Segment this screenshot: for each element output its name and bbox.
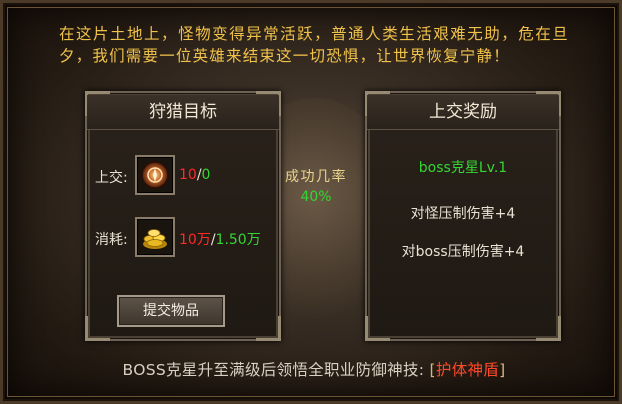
- cost-current: 10万: [179, 232, 211, 248]
- gold-coins-icon: [143, 229, 167, 249]
- submit-items-button[interactable]: 提交物品: [117, 295, 225, 327]
- cost-label: 消耗:: [95, 232, 128, 248]
- panel-corner: [365, 316, 390, 341]
- panel-corner: [256, 316, 281, 341]
- submit-label: 上交:: [95, 170, 128, 186]
- success-rate-label: 成功几率: [285, 169, 347, 185]
- submit-current: 10: [179, 167, 197, 183]
- cost-required: 1.50万: [215, 232, 261, 248]
- hunt-target-panel: 狩猎目标 上交: 10/0 消耗: 10万/1.50万 提交物品: [85, 91, 281, 341]
- panel-corner: [85, 316, 110, 341]
- cost-item-slot[interactable]: [135, 217, 175, 257]
- hunt-dialog: 在这片土地上，怪物变得异常活跃，普通人类生活艰难无助，危在旦夕，我们需要一位英雄…: [0, 0, 622, 404]
- reward-monster-bonus: 对怪压制伤害+4: [410, 206, 516, 222]
- footer-hint: BOSS克星升至满级后领悟全职业防御神技: [护体神盾]: [3, 358, 622, 380]
- reward-title: 上交奖励: [367, 95, 559, 130]
- reward-boss-bonus: 对boss压制伤害+4: [401, 244, 525, 260]
- success-rate-value: 40%: [300, 189, 332, 205]
- reward-level: boss克星Lv.1: [418, 160, 508, 176]
- success-rate: 成功几率 40%: [271, 167, 361, 207]
- reward-panel: 上交奖励 boss克星Lv.1 对怪压制伤害+4 对boss压制伤害+4: [365, 91, 561, 341]
- submit-amount: 10/0: [179, 167, 210, 183]
- skill-bracket-close: ]: [499, 361, 506, 379]
- submit-required: 0: [201, 167, 211, 183]
- panel-corner: [536, 316, 561, 341]
- monster-core-icon: [141, 161, 169, 189]
- cost-amount: 10万/1.50万: [179, 229, 261, 249]
- submit-item-slot[interactable]: [135, 155, 175, 195]
- hunt-target-title: 狩猎目标: [87, 95, 279, 130]
- skill-name: 护体神盾: [435, 361, 500, 379]
- intro-text: 在这片土地上，怪物变得异常活跃，普通人类生活艰难无助，危在旦夕，我们需要一位英雄…: [59, 25, 569, 65]
- footer-text: BOSS克星升至满级后领悟全职业防御神技:: [122, 361, 425, 379]
